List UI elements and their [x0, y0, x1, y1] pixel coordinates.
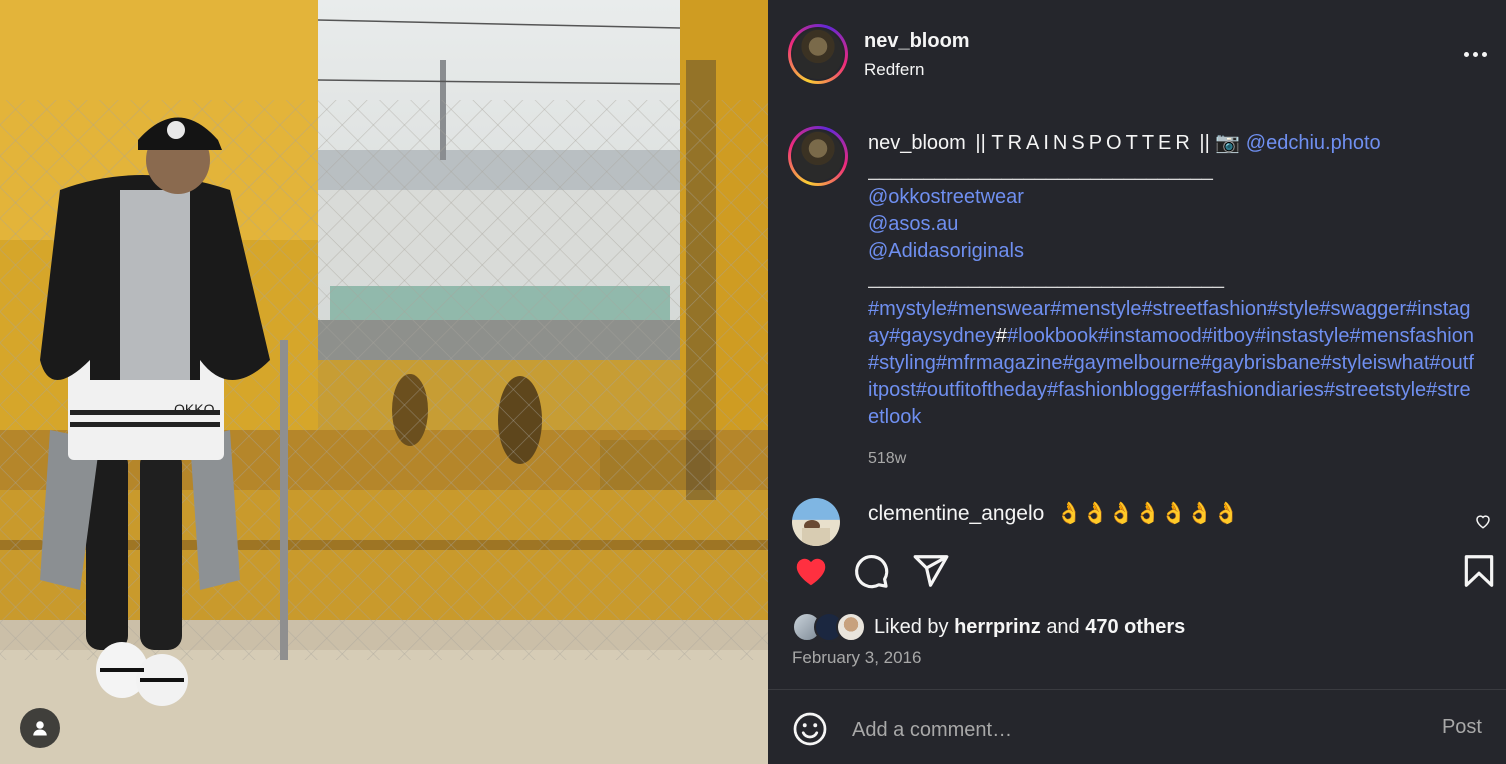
post-location[interactable]: Redfern	[864, 60, 924, 80]
likes-others[interactable]: 470 others	[1085, 616, 1185, 638]
camera-emoji: 📷	[1215, 132, 1241, 154]
share-icon[interactable]	[912, 552, 950, 590]
post-author-username[interactable]: nev_bloom	[864, 30, 970, 53]
post-date[interactable]: February 3, 2016	[792, 648, 921, 668]
small-heart-icon[interactable]	[1474, 512, 1492, 530]
bio-title: TRAINSPOTTER	[991, 132, 1194, 154]
comment-content: clementine_angelo 👌👌👌👌👌👌👌	[868, 502, 1239, 526]
mention-adidasoriginals[interactable]: @Adidasoriginals	[868, 238, 1478, 265]
comment-row: clementine_angelo 👌👌👌👌👌👌👌	[792, 498, 1492, 546]
bio-suffix: ||	[1199, 132, 1210, 154]
author-avatar[interactable]	[788, 24, 848, 84]
post-caption: nev_bloom || TRAINSPOTTER || 📷 @edchiu.p…	[868, 130, 1478, 472]
likes-prefix: Liked by	[874, 616, 949, 638]
mention-asos[interactable]: @asos.au	[868, 211, 1478, 238]
mention-okkostreetwear[interactable]: @okkostreetwear	[868, 184, 1478, 211]
comment-icon[interactable]	[852, 552, 890, 590]
more-icon-dot	[1463, 51, 1469, 57]
more-icon-dot	[1481, 51, 1487, 57]
bookmark-icon[interactable]	[1460, 552, 1498, 590]
liker-username[interactable]: herrprinz	[954, 616, 1041, 638]
emoji-icon[interactable]	[792, 711, 828, 747]
commenter-avatar-image	[802, 520, 830, 546]
caption-avatar[interactable]	[788, 126, 848, 186]
photo-illustration: OKKO	[0, 0, 768, 764]
post-side-panel: nev_bloom Redfern nev_bloom || TRAINSPOT…	[768, 0, 1506, 764]
likes-summary: Liked by herrprinz and 470 others	[874, 616, 1185, 639]
post-comment-button[interactable]: Post	[1442, 716, 1482, 739]
liker-avatar[interactable]	[836, 612, 866, 642]
more-icon-dot	[1472, 51, 1478, 57]
photographer-mention[interactable]: @edchiu.photo	[1246, 132, 1381, 154]
tee-logo: OKKO	[174, 401, 215, 417]
avatar-image	[793, 29, 843, 79]
caption-rule: _______________________________	[868, 159, 1213, 181]
post-photo: OKKO	[0, 0, 768, 764]
heart-icon[interactable]	[792, 552, 830, 590]
commenter-username[interactable]: clementine_angelo	[868, 502, 1044, 525]
caption-rule: ________________________________	[868, 267, 1224, 289]
likes-joiner: and	[1046, 616, 1080, 638]
action-bar	[792, 552, 1494, 592]
tagged-users-button[interactable]	[20, 708, 60, 748]
hashtag-plain: #	[995, 325, 1007, 347]
hashtags: #mystyle#menswear#menstyle#streetfashion…	[868, 296, 1478, 431]
caption-time: 518w	[868, 450, 907, 467]
user-icon	[33, 721, 47, 736]
caption-username[interactable]: nev_bloom	[868, 132, 966, 154]
avatar-image	[793, 131, 843, 181]
comment-input[interactable]	[852, 716, 1412, 744]
bio-prefix: ||	[975, 132, 986, 154]
comment-composer: Post	[768, 690, 1506, 764]
comment-text: 👌👌👌👌👌👌👌	[1056, 502, 1240, 525]
more-options-button[interactable]	[1458, 42, 1492, 66]
commenter-avatar[interactable]	[792, 498, 840, 546]
